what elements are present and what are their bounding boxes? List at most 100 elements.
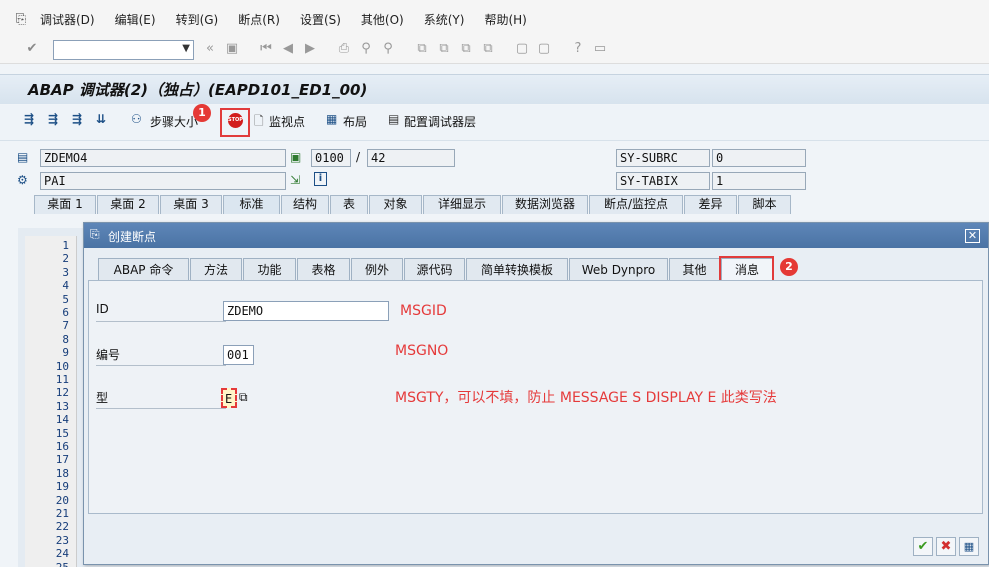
program-icon: ▤: [17, 150, 29, 164]
next-page-icon[interactable]: ▶: [302, 41, 318, 56]
menu-system[interactable]: 系统(Y): [424, 11, 465, 28]
tab-web-dynpro[interactable]: Web Dynpro: [569, 258, 668, 281]
shortcut-icon[interactable]: ⧉: [436, 41, 452, 56]
create-session-icon[interactable]: ⧉: [414, 41, 430, 56]
tab-source-code[interactable]: 源代码: [404, 258, 465, 281]
step-size-icon[interactable]: ⚇: [131, 112, 142, 126]
line-number: 7: [62, 319, 69, 333]
column-field: 42: [367, 149, 455, 167]
layout-icon[interactable]: ▦: [326, 112, 337, 126]
back-icon[interactable]: «: [202, 41, 218, 56]
chevron-down-icon[interactable]: ▼: [182, 43, 190, 54]
tab-desktop-1[interactable]: 桌面 1: [34, 195, 96, 214]
message-id-input[interactable]: ZDEMO: [223, 301, 389, 321]
print-icon[interactable]: ⎙: [336, 41, 352, 56]
tab-abap-command[interactable]: ABAP 命令: [98, 258, 189, 281]
tab-table[interactable]: 表格: [297, 258, 350, 281]
tab-diff[interactable]: 差异: [684, 195, 737, 214]
menu-breakpoints[interactable]: 断点(R): [238, 11, 280, 28]
step-over-icon[interactable]: ⇶: [48, 112, 58, 126]
title-bar: ABAP 调试器(2)（独占）(EAPD101_ED1_00): [0, 74, 989, 104]
menu-other[interactable]: 其他(O): [361, 11, 404, 28]
config-debugger-layer-button[interactable]: 配置调试器层: [404, 113, 476, 130]
line-number: 24: [55, 547, 69, 561]
line-number: 1: [62, 239, 69, 252]
tab-simple-transformation[interactable]: 简单转换模板: [466, 258, 568, 281]
page-title: ABAP 调试器(2)（独占）(EAPD101_ED1_00): [28, 81, 368, 99]
info-icon[interactable]: i: [314, 172, 327, 186]
application-toolbar: [0, 105, 989, 141]
line-number: 8: [62, 332, 69, 346]
menu-bar: ⎘ 调试器(D) 编辑(E) 转到(G) 断点(R) 设置(S) 其他(O) 系…: [0, 0, 989, 38]
stop-icon[interactable]: STOP: [228, 113, 243, 128]
menu-exit-icon[interactable]: ⎘: [10, 12, 32, 27]
save-icon[interactable]: ▣: [224, 41, 240, 56]
tab-table[interactable]: 表: [330, 195, 368, 214]
line-number: 21: [55, 507, 69, 520]
cancel-button[interactable]: ✖: [936, 537, 956, 556]
tab-function[interactable]: 功能: [243, 258, 296, 281]
tab-other[interactable]: 其他: [669, 258, 720, 281]
find-icon[interactable]: ⚲: [358, 41, 374, 56]
settings-button[interactable]: ▦: [959, 537, 979, 556]
confirm-button[interactable]: ✔: [913, 537, 933, 556]
close-icon[interactable]: ✕: [965, 229, 980, 243]
program-field: ZDEMO4: [40, 149, 286, 167]
watchpoint-button[interactable]: 监视点: [269, 113, 305, 130]
tab-desktop-2[interactable]: 桌面 2: [97, 195, 159, 214]
step-return-icon[interactable]: ⇶: [72, 112, 82, 126]
line-number: 11: [55, 373, 69, 386]
event-icon: ⚙: [17, 173, 28, 187]
type-label: 型: [96, 389, 226, 409]
tab-data-explorer[interactable]: 数据浏览器: [502, 195, 588, 214]
prev-page-icon[interactable]: ◀: [280, 41, 296, 56]
window-icon[interactable]: ▢: [514, 41, 530, 56]
tab-breakpoints-watchpoints[interactable]: 断点/监控点: [589, 195, 683, 214]
tab-structure[interactable]: 结构: [281, 195, 329, 214]
message-type-input[interactable]: E: [221, 388, 237, 408]
step-size-button[interactable]: 步骤大小: [150, 113, 198, 130]
sy-tabix-value: 1: [712, 172, 806, 190]
annotation-badge-2: 2: [780, 258, 798, 276]
annotation-badge-1: 1: [193, 104, 211, 122]
layout-button[interactable]: 布局: [343, 113, 367, 130]
dialog-icon: ⎘: [90, 227, 100, 241]
continue-icon[interactable]: ⇊: [96, 112, 106, 126]
navigate-icon[interactable]: ⇲: [290, 173, 300, 187]
tab-script[interactable]: 脚本: [738, 195, 791, 214]
help-icon[interactable]: ?: [570, 41, 586, 56]
tab-exception[interactable]: 例外: [351, 258, 403, 281]
highlight-box-message-tab: [719, 256, 774, 283]
find-next-icon[interactable]: ⚲: [380, 41, 396, 56]
annotation-msgty: MSGTY，可以不填，防止 MESSAGE S DISPLAY E 此类写法: [395, 390, 777, 406]
tab-desktop-3[interactable]: 桌面 3: [160, 195, 222, 214]
settings-icon: ▦: [963, 540, 975, 553]
menu-goto[interactable]: 转到(G): [176, 11, 219, 28]
tab-method[interactable]: 方法: [190, 258, 242, 281]
line-number: 4: [62, 279, 69, 293]
tab-detail-display[interactable]: 详细显示: [423, 195, 501, 214]
menu-edit[interactable]: 编辑(E): [115, 11, 156, 28]
layout-icon-2[interactable]: ⧉: [480, 41, 496, 56]
watchpoint-icon[interactable]: 🗋: [254, 112, 264, 133]
config-icon[interactable]: ▤: [388, 112, 399, 126]
annotation-msgid: MSGID: [400, 303, 447, 319]
value-help-icon[interactable]: ⧉: [239, 390, 248, 405]
screen-icon[interactable]: ▣: [290, 150, 301, 164]
message-number-input[interactable]: 001: [223, 345, 254, 365]
command-field[interactable]: ▼: [53, 40, 194, 60]
step-into-icon[interactable]: ⇶: [24, 112, 34, 126]
layout-icon[interactable]: ⧉: [458, 41, 474, 56]
tab-standard[interactable]: 标准: [223, 195, 280, 214]
sy-subrc-label: SY-SUBRC: [616, 149, 710, 167]
tab-objects[interactable]: 对象: [369, 195, 422, 214]
line-number: 12: [55, 386, 69, 400]
menu-debugger[interactable]: 调试器(D): [40, 11, 95, 28]
first-page-icon[interactable]: ⏮: [258, 41, 274, 56]
confirm-icon[interactable]: ✔: [24, 41, 40, 56]
customize-icon[interactable]: ▭: [592, 41, 608, 56]
window-icon-2[interactable]: ▢: [536, 41, 552, 56]
dialog-title-bar: ⎘ 创建断点: [84, 223, 988, 248]
menu-help[interactable]: 帮助(H): [484, 11, 526, 28]
menu-settings[interactable]: 设置(S): [300, 11, 341, 28]
